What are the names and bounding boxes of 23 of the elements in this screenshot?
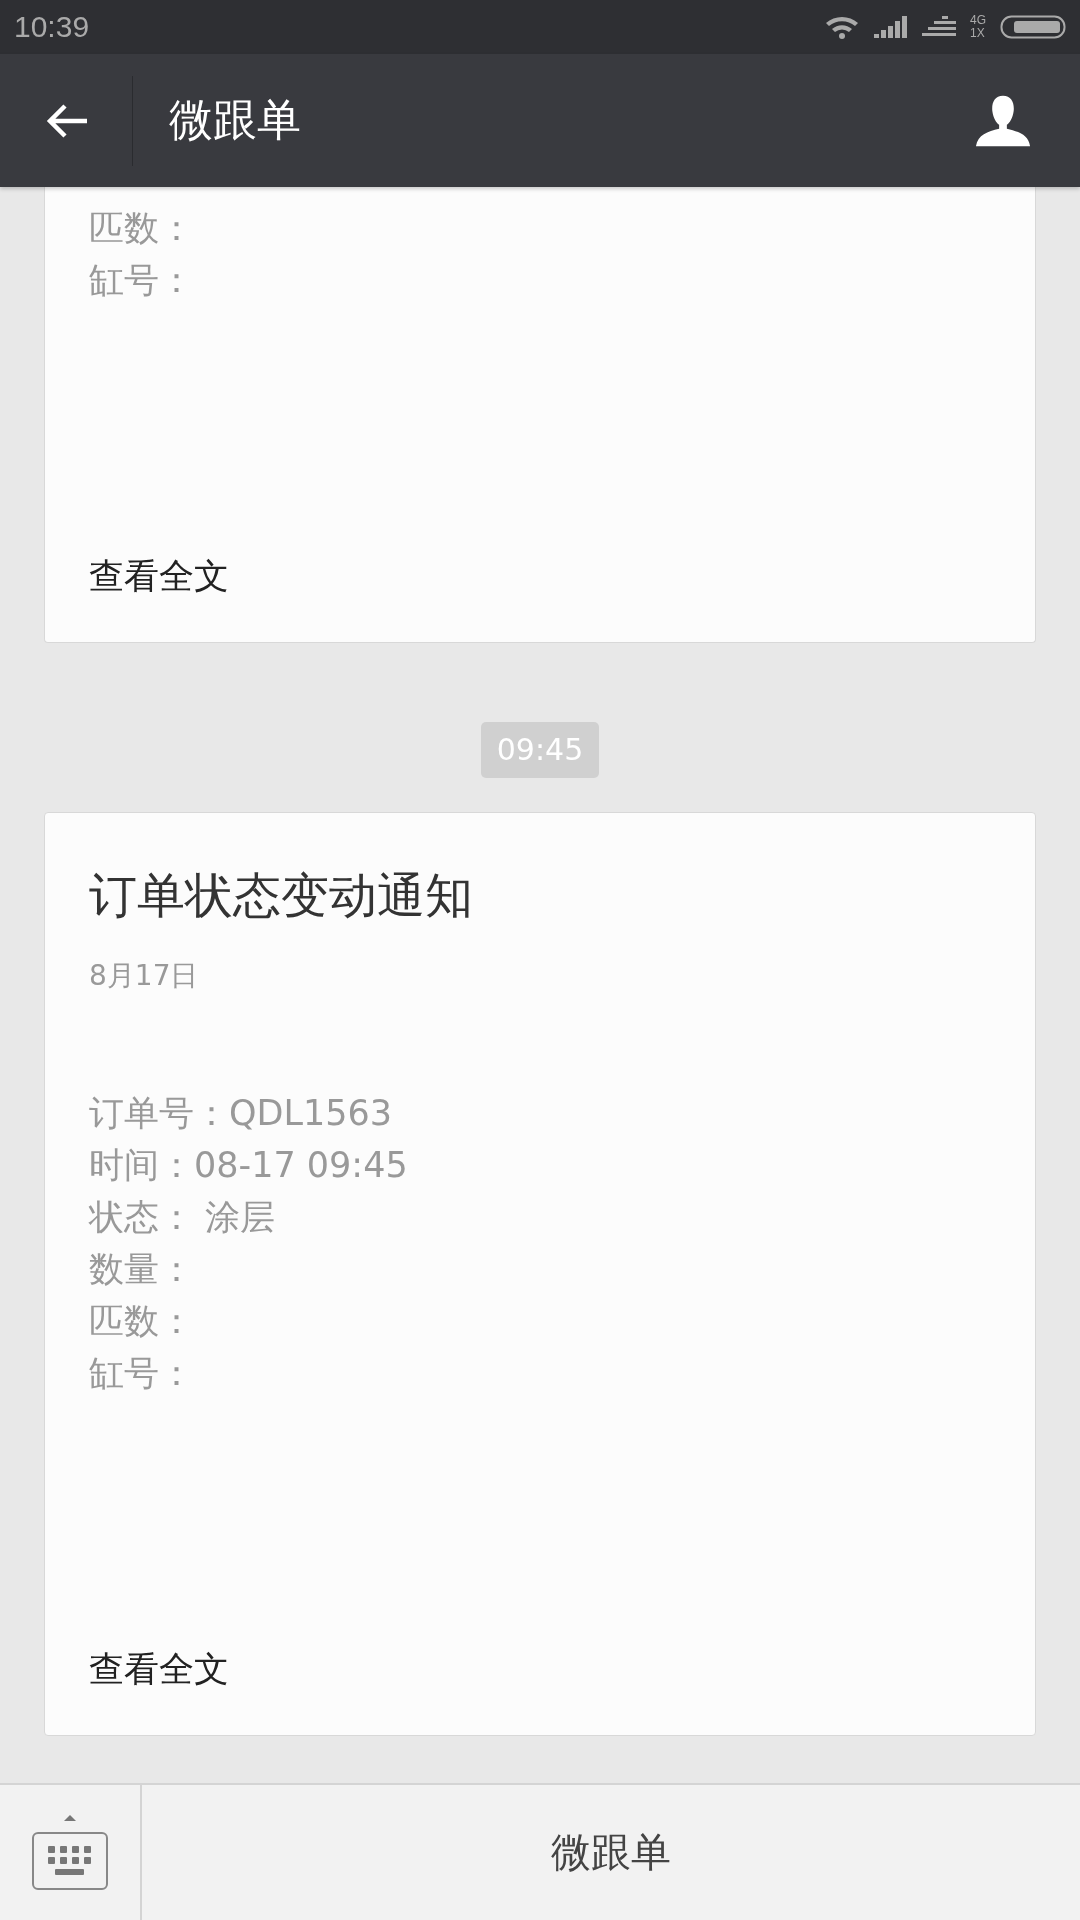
detail-line: 匹数： (89, 1300, 195, 1343)
battery-icon (1000, 15, 1066, 39)
detail-line: 订单号：QDL1563 (89, 1092, 394, 1135)
arrow-left-icon (45, 102, 89, 139)
chat-title: 微跟单 (169, 93, 302, 147)
signal-icon (922, 16, 956, 38)
detail-line: 缸号： (89, 1352, 195, 1395)
network-label: 1X (970, 27, 986, 40)
read-more-link[interactable]: 查看全文 (89, 550, 229, 602)
menu-button[interactable]: 微跟单 (142, 1785, 1080, 1920)
card-date: 8月17日 (89, 958, 199, 994)
signal-icon (874, 16, 908, 38)
detail-line: 状态： 涂层 (89, 1196, 277, 1239)
detail-line: 时间：08-17 09:45 (89, 1144, 408, 1187)
network-label: 4G (970, 14, 986, 27)
clock: 10:39 (14, 10, 90, 44)
read-more-link[interactable]: 查看全文 (89, 1643, 229, 1695)
card-title: 订单状态变动通知 (89, 866, 473, 925)
detail-line: 数量： (89, 1248, 195, 1291)
wifi-icon (824, 15, 860, 39)
detail-line: 匹数： (89, 207, 194, 250)
detail-line: 缸号： (89, 259, 194, 302)
keyboard-icon (30, 1812, 110, 1893)
